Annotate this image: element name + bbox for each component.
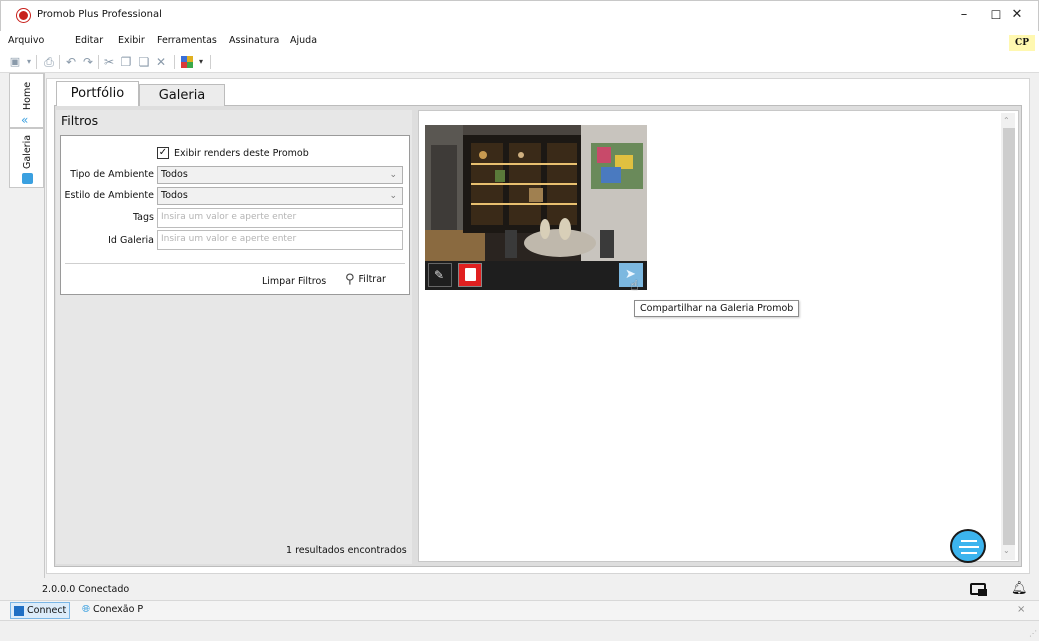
tab-portfolio[interactable]: Portfólio xyxy=(56,81,139,106)
bottom-bar: Connect 🌐︎ Conexão P × xyxy=(0,600,1039,620)
menu-ajuda[interactable]: Ajuda xyxy=(290,35,317,46)
conexao-tab[interactable]: 🌐︎ Conexão P xyxy=(82,604,143,615)
tipo-ambiente-label: Tipo de Ambiente xyxy=(70,169,154,180)
menu-editar[interactable]: Editar xyxy=(75,35,103,46)
copy-icon[interactable]: ❐ xyxy=(119,55,133,69)
status-text: 2.0.0.0 Conectado xyxy=(42,584,130,595)
menu-ferramentas[interactable]: Ferramentas xyxy=(157,35,217,46)
toolbar: ▣ ▾ ⎙ ↶ ↷ ✂ ❐ ❏ ✕ ▾ xyxy=(0,51,1039,73)
globe-icon: 🌐︎ xyxy=(82,604,90,615)
clear-filters-button[interactable]: Limpar Filtros xyxy=(262,276,326,287)
scroll-down-icon[interactable]: ⌄ xyxy=(1003,546,1010,555)
bottom-strip xyxy=(0,620,1039,641)
render-image xyxy=(425,125,647,261)
search-icon: ⚲ xyxy=(345,272,355,287)
side-tab-galeria[interactable]: Galeria xyxy=(9,128,44,188)
save-icon[interactable]: ▣ xyxy=(8,55,22,69)
conexao-label: Conexão P xyxy=(93,604,144,615)
window-title: Promob Plus Professional xyxy=(37,9,162,20)
chevron-down-icon: ⌄ xyxy=(389,191,397,201)
tags-placeholder: Insira um valor e aperte enter xyxy=(161,212,297,222)
bell-icon[interactable]: 🔔︎ xyxy=(1011,581,1028,596)
show-renders-option[interactable]: ✓ Exibir renders deste Promob xyxy=(157,147,309,159)
screen-share-icon-fill xyxy=(978,589,987,596)
gallery-image-icon xyxy=(22,173,33,184)
cp-badge[interactable]: CP xyxy=(1009,35,1035,51)
toolbar-separator xyxy=(174,55,175,69)
app-logo-icon xyxy=(17,9,30,22)
rss-icon xyxy=(14,605,24,616)
show-renders-checkbox[interactable]: ✓ xyxy=(157,147,169,159)
side-tab-home-label: Home xyxy=(22,81,33,110)
connect-tab[interactable]: Connect xyxy=(10,602,71,619)
edit-icon: ✎ xyxy=(434,268,445,282)
id-galeria-placeholder: Insira um valor e aperte enter xyxy=(161,234,297,244)
undo-icon[interactable]: ↶ xyxy=(64,55,78,69)
estilo-ambiente-select[interactable]: Todos ⌄ xyxy=(157,187,403,205)
toolbar-separator xyxy=(59,55,60,69)
scroll-up-icon[interactable]: ⌃ xyxy=(1003,116,1010,125)
colors-icon[interactable] xyxy=(181,56,193,68)
id-galeria-label: Id Galeria xyxy=(108,235,154,246)
double-chevron-left-icon[interactable]: « xyxy=(21,114,28,126)
filter-button[interactable]: ⚲ Filtrar xyxy=(345,273,386,286)
bottom-close-button[interactable]: × xyxy=(1017,604,1025,615)
side-tab-galeria-label: Galeria xyxy=(22,134,33,169)
tipo-ambiente-select[interactable]: Todos ⌄ xyxy=(157,166,403,184)
estilo-ambiente-label: Estilo de Ambiente xyxy=(64,190,154,201)
save-dropdown-icon[interactable]: ▾ xyxy=(22,55,36,69)
connect-label: Connect xyxy=(27,605,67,616)
print-icon[interactable]: ⎙ xyxy=(42,55,56,69)
filters-divider xyxy=(65,263,405,264)
chat-support-button[interactable] xyxy=(950,529,986,563)
tags-label: Tags xyxy=(132,212,154,223)
rail-divider xyxy=(44,73,45,578)
hand-cursor-icon: ☝ xyxy=(630,278,639,294)
filters-title: Filtros xyxy=(61,113,99,128)
tipo-ambiente-value: Todos xyxy=(161,169,188,180)
trash-icon xyxy=(465,268,476,281)
scrollbar-thumb[interactable] xyxy=(1003,128,1015,545)
chat-lines-icon xyxy=(961,552,977,554)
minimize-button[interactable]: – xyxy=(947,4,981,26)
tags-input[interactable]: Insira um valor e aperte enter xyxy=(157,208,403,228)
id-galeria-input[interactable]: Insira um valor e aperte enter xyxy=(157,230,403,250)
menu-exibir[interactable]: Exibir xyxy=(118,35,145,46)
paste-icon[interactable]: ❏ xyxy=(137,55,151,69)
estilo-ambiente-value: Todos xyxy=(161,190,188,201)
edit-button[interactable]: ✎ xyxy=(428,263,452,287)
filter-button-label: Filtrar xyxy=(358,274,386,285)
toolbar-separator xyxy=(98,55,99,69)
side-tab-home[interactable]: Home « xyxy=(9,73,44,128)
toolbar-separator xyxy=(36,55,37,69)
delete-icon[interactable]: ✕ xyxy=(154,55,168,69)
results-count: 1 resultados encontrados xyxy=(286,545,407,556)
delete-render-button[interactable] xyxy=(458,263,482,287)
share-tooltip: Compartilhar na Galeria Promob xyxy=(634,300,800,317)
chat-lines-icon xyxy=(961,540,977,542)
chevron-down-icon: ⌄ xyxy=(389,170,397,180)
redo-icon[interactable]: ↷ xyxy=(81,55,95,69)
cut-icon[interactable]: ✂ xyxy=(102,55,116,69)
menu-bar: Arquivo Editar Exibir Ferramentas Assina… xyxy=(0,31,1039,51)
toolbar-separator xyxy=(210,55,211,69)
resize-grip-icon[interactable]: ⋰ xyxy=(1029,629,1037,638)
menu-arquivo[interactable]: Arquivo xyxy=(8,35,44,46)
chat-lines-icon xyxy=(959,546,979,548)
status-bar: 2.0.0.0 Conectado 🔔︎ xyxy=(0,578,1039,600)
close-button[interactable]: ✕ xyxy=(1000,4,1034,26)
menu-assinatura[interactable]: Assinatura xyxy=(229,35,279,46)
colors-dropdown-icon[interactable]: ▾ xyxy=(194,55,208,69)
tab-galeria[interactable]: Galeria xyxy=(139,84,225,106)
show-renders-label: Exibir renders deste Promob xyxy=(174,147,309,159)
